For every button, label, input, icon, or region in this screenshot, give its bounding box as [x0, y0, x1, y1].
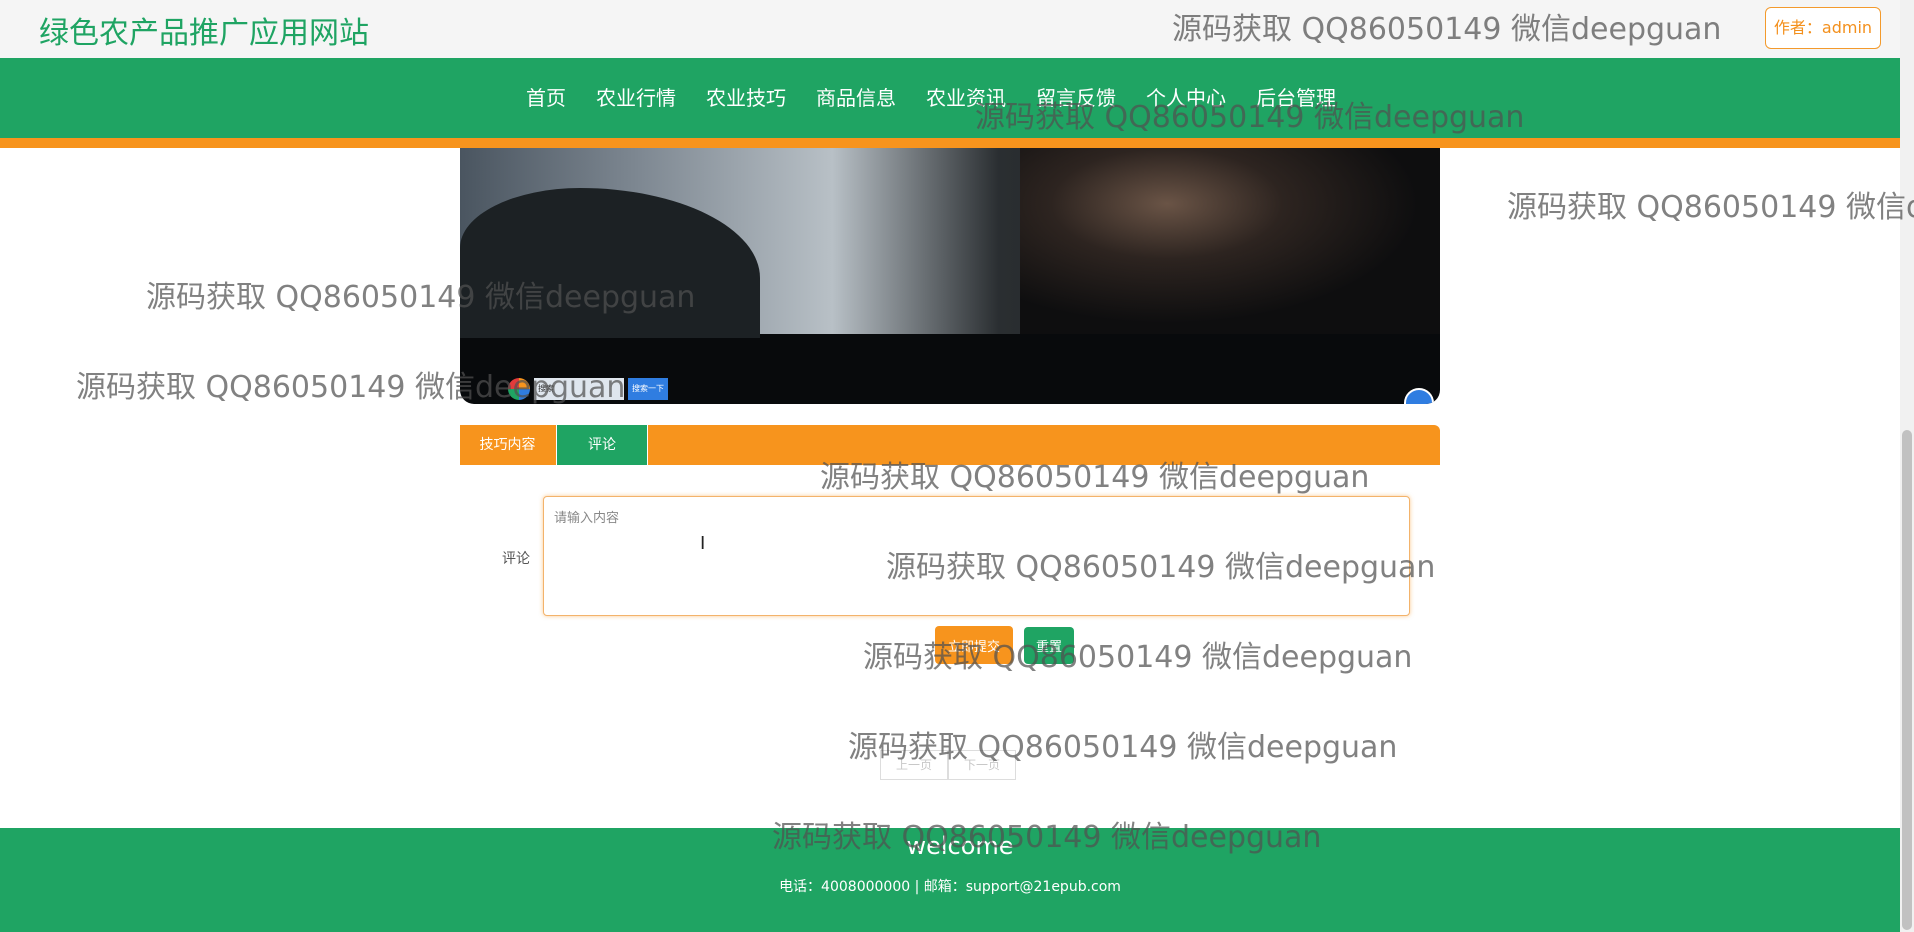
- nav-item-admin[interactable]: 后台管理: [1256, 82, 1336, 111]
- video-figure-left: [460, 188, 760, 338]
- text-cursor-icon: I: [700, 533, 706, 554]
- video-control-bar: 搜索 搜索一下: [508, 378, 668, 400]
- comment-label: 评论: [502, 551, 530, 567]
- video-search-box[interactable]: 搜索: [534, 378, 624, 400]
- footer: welcome 电话：4008000000 | 邮箱：support@21epu…: [0, 828, 1900, 932]
- page: 绿色农产品推广应用网站 作者：admin 首页 农业行情 农业技巧 商品信息 农…: [0, 0, 1914, 932]
- nav-item-profile[interactable]: 个人中心: [1146, 82, 1226, 111]
- nav-accent-stripe: [0, 138, 1900, 148]
- reset-button[interactable]: 重置: [1024, 627, 1074, 664]
- next-page-button[interactable]: 下一页: [948, 750, 1016, 780]
- nav-item-news[interactable]: 农业资讯: [926, 82, 1006, 111]
- scrollbar-thumb[interactable]: [1902, 430, 1912, 930]
- tab-tip-content[interactable]: 技巧内容: [460, 425, 555, 465]
- tab-comment[interactable]: 评论: [556, 425, 648, 465]
- video-figure-right: [1020, 148, 1440, 334]
- nav-item-products[interactable]: 商品信息: [816, 82, 896, 111]
- nav-item-market[interactable]: 农业行情: [596, 82, 676, 111]
- footer-welcome: welcome: [906, 832, 1014, 860]
- player-logo-icon: [508, 378, 530, 400]
- site-title[interactable]: 绿色农产品推广应用网站: [39, 8, 369, 52]
- nav-item-feedback[interactable]: 留言反馈: [1036, 82, 1116, 111]
- content-tabs: 技巧内容 评论: [460, 425, 1440, 465]
- prev-page-button[interactable]: 上一页: [880, 750, 948, 780]
- comment-textarea[interactable]: [543, 496, 1410, 616]
- author-badge[interactable]: 作者：admin: [1765, 7, 1881, 49]
- watermark: 源码获取 QQ86050149 微信deepguan: [1507, 190, 1914, 225]
- pagination: 上一页 下一页: [880, 750, 1016, 780]
- submit-button[interactable]: 立即提交: [935, 626, 1013, 664]
- page-scrollbar[interactable]: [1900, 0, 1914, 932]
- player-corner-icon[interactable]: [1404, 388, 1434, 404]
- video-search-button[interactable]: 搜索一下: [628, 378, 668, 400]
- nav-item-tips[interactable]: 农业技巧: [706, 82, 786, 111]
- main-nav: 首页 农业行情 农业技巧 商品信息 农业资讯 留言反馈 个人中心 后台管理: [0, 58, 1900, 138]
- video-frame: [460, 148, 1440, 338]
- video-player[interactable]: 搜索 搜索一下: [460, 148, 1440, 404]
- top-bar: 绿色农产品推广应用网站 作者：admin: [0, 0, 1900, 58]
- footer-contact: 电话：4008000000 | 邮箱：support@21epub.com: [779, 879, 1121, 895]
- nav-item-home[interactable]: 首页: [526, 82, 566, 111]
